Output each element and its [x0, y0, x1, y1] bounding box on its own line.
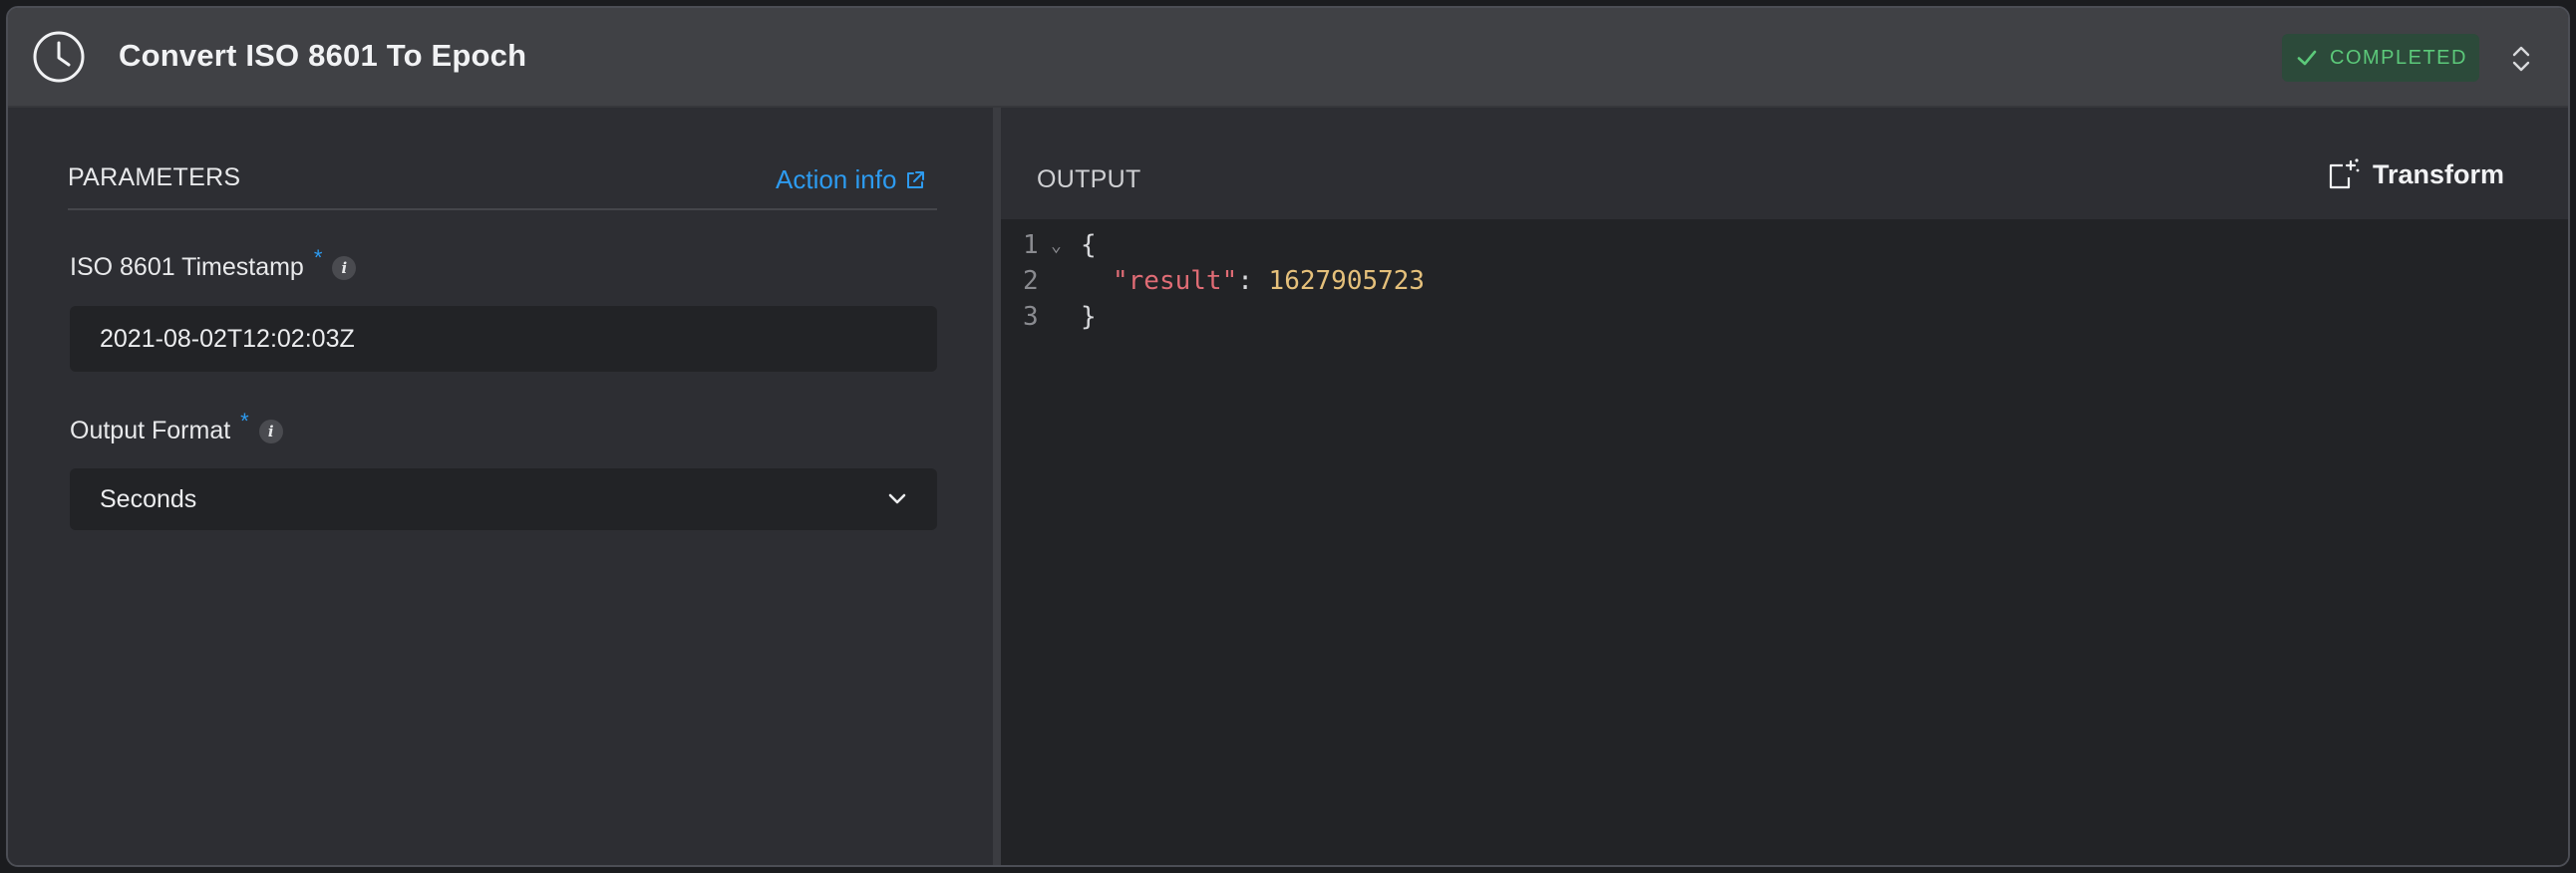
check-icon [2297, 50, 2317, 66]
action-info-label: Action info [776, 164, 897, 194]
required-marker: * [240, 408, 249, 434]
json-separator: : [1237, 266, 1269, 296]
output-heading: OUTPUT [1037, 165, 1141, 193]
section-divider [68, 208, 937, 210]
line-number: 2 [1023, 266, 1039, 296]
status-text: COMPLETED [2330, 46, 2467, 69]
timestamp-input[interactable]: 2021-08-02T12:02:03Z [70, 306, 937, 372]
timestamp-label-text: ISO 8601 Timestamp [70, 253, 304, 281]
expand-collapse-icon[interactable] [2508, 44, 2534, 74]
status-badge: COMPLETED [2282, 34, 2479, 82]
info-icon[interactable]: i [258, 419, 283, 443]
transform-label: Transform [2373, 158, 2505, 189]
panel-header: Convert ISO 8601 To Epoch COMPLETED [8, 8, 2568, 108]
code-text: } [1081, 302, 1097, 332]
transform-button[interactable]: Transform [2327, 157, 2504, 191]
json-value: 1627905723 [1268, 266, 1426, 296]
timestamp-value: 2021-08-02T12:02:03Z [100, 324, 355, 353]
output-format-value: Seconds [100, 484, 197, 513]
action-info-link[interactable]: Action info [776, 164, 926, 195]
action-panel: Convert ISO 8601 To Epoch COMPLETED PARA… [6, 6, 2570, 867]
parameters-pane: PARAMETERS Action info ISO 8601 Timestam… [8, 108, 993, 865]
parameters-heading: PARAMETERS [68, 163, 241, 191]
pane-resize-handle[interactable] [993, 108, 1001, 865]
output-header: OUTPUT Transform [1001, 108, 2568, 219]
action-title: Convert ISO 8601 To Epoch [119, 38, 527, 73]
chevron-down-icon [888, 493, 906, 504]
line-number: 1 [1023, 230, 1039, 260]
transform-icon [2329, 158, 2360, 189]
output-format-field-label: Output Format * i [70, 409, 283, 445]
timestamp-field-label: ISO 8601 Timestamp * i [70, 245, 357, 282]
code-text: "result": 1627905723 [1113, 266, 1425, 296]
output-format-label-text: Output Format [70, 417, 231, 444]
required-marker: * [313, 244, 323, 270]
clock-icon [33, 31, 85, 83]
info-icon[interactable]: i [332, 255, 357, 280]
output-format-select[interactable]: Seconds [70, 468, 937, 530]
code-text: { [1081, 230, 1097, 260]
line-number: 3 [1023, 302, 1039, 332]
output-pane: OUTPUT Transform 1 ⌄ { 2 "result": 16279… [1001, 108, 2568, 865]
fold-arrow-icon[interactable]: ⌄ [1051, 235, 1062, 256]
json-key: "result" [1113, 266, 1238, 296]
external-link-icon [907, 170, 925, 188]
